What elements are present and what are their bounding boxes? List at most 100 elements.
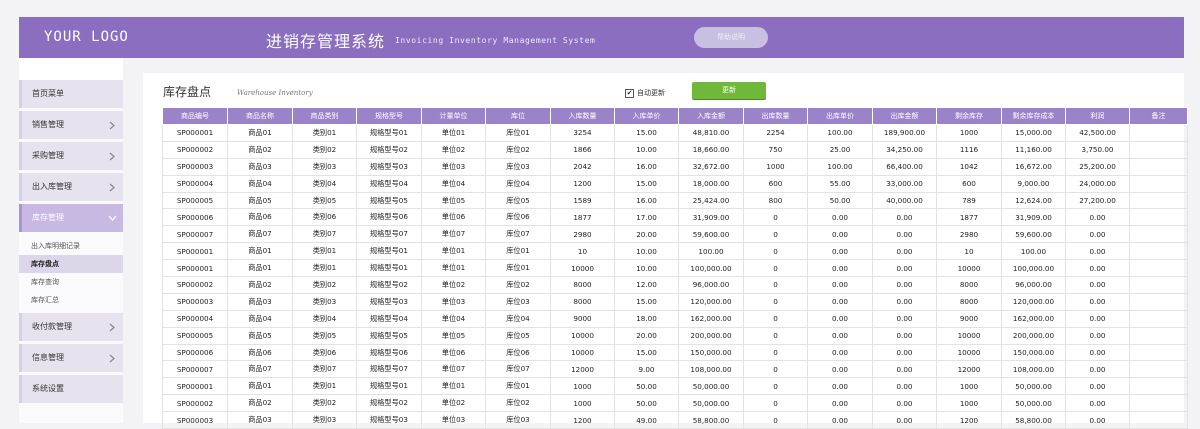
table-row[interactable]: SP000002 商品02 类别02 规格型号02 单位02 库位02 1000 50.00 5… <box>162 394 1188 413</box>
table-row[interactable]: SP000001 商品01 类别01 规格型号01 单位01 库位01 3254 15.00 4… <box>162 124 1188 142</box>
table-cell: 规格型号05 <box>356 326 422 345</box>
table-cell <box>1129 259 1188 278</box>
table-cell: 1042 <box>936 157 1002 176</box>
table-cell: 单位02 <box>421 276 486 294</box>
table-cell: 12,624.00 <box>1001 191 1066 210</box>
sidebar-item-payments[interactable]: 收付款管理 <box>19 313 123 341</box>
table-row[interactable]: SP000003 商品03 类别03 规格型号03 单位03 库位03 8000 15.00 1… <box>162 292 1188 311</box>
auto-update-toggle[interactable]: ✔ 自动更新 <box>625 88 665 98</box>
table-row[interactable]: SP000007 商品07 类别07 规格型号07 单位07 库位07 12000 9.00 1… <box>162 360 1188 379</box>
table-cell: 0.00 <box>872 276 937 294</box>
table-cell: 108,000.00 <box>1001 360 1066 379</box>
table-row[interactable]: SP000004 商品04 类别04 规格型号04 单位04 库位04 1200 15.00 1… <box>162 174 1188 193</box>
sidebar-item-purchase[interactable]: 采购管理 <box>19 142 123 170</box>
table-cell: 1877 <box>936 208 1002 227</box>
table-cell: 9000 <box>550 309 615 328</box>
table-cell: 1000 <box>550 394 615 413</box>
table-cell: 类别01 <box>292 377 357 396</box>
table-cell: 0 <box>743 394 808 413</box>
table-cell: 0.00 <box>872 326 937 345</box>
table-cell: 0.00 <box>872 343 937 362</box>
table-cell: 10.00 <box>614 242 679 261</box>
table-row[interactable]: SP000006 商品06 类别06 规格型号06 单位06 库位06 10000 15.00… <box>162 343 1188 362</box>
table-cell: 800 <box>743 191 808 210</box>
table-cell: 32,672.00 <box>678 157 744 176</box>
table-cell: 108,000.00 <box>678 360 744 379</box>
table-row[interactable]: SP000005 商品05 类别05 规格型号05 单位05 库位05 1589 16.00 2… <box>162 191 1188 210</box>
table-cell: 200,000.00 <box>678 326 744 345</box>
table-cell: 0.00 <box>807 242 873 261</box>
table-cell: 规格型号03 <box>356 411 422 429</box>
table-header-row: 商品编号 商品名称 商品类别 规格型号 计量单位 库位 入库数量 入库单价 入库金额 出库数量 出库… <box>162 107 1188 125</box>
column-header: 商品名称 <box>227 107 293 125</box>
sidebar-item-sales[interactable]: 销售管理 <box>19 111 123 139</box>
table-cell: 10000 <box>936 259 1002 278</box>
table-row[interactable]: SP000003 商品03 类别03 规格型号03 单位03 库位03 2042 16.00 3… <box>162 157 1188 176</box>
table-row[interactable]: SP000002 商品02 类别02 规格型号02 单位02 库位02 8000 12.00 9… <box>162 276 1188 294</box>
table-cell: 库位05 <box>485 191 551 210</box>
table-cell: 库位05 <box>485 326 551 345</box>
inventory-table: 商品编号 商品名称 商品类别 规格型号 计量单位 库位 入库数量 入库单价 入库金额 出库数量 出库… <box>162 107 1188 429</box>
table-body: SP000001 商品01 类别01 规格型号01 单位01 库位01 3254 15.00 4… <box>162 124 1188 429</box>
table-cell: 55.00 <box>807 174 873 193</box>
sidebar-item-settings[interactable]: 系统设置 <box>19 375 123 403</box>
table-cell: 34,250.00 <box>872 140 937 159</box>
table-row[interactable]: SP000003 商品03 类别03 规格型号03 单位03 库位03 1200 49.00 5… <box>162 411 1188 429</box>
table-row[interactable]: SP000001 商品01 类别01 规格型号01 单位01 库位01 10 10.00 100… <box>162 242 1188 261</box>
table-row[interactable]: SP000001 商品01 类别01 规格型号01 单位01 库位01 10000 10.00… <box>162 259 1188 278</box>
table-cell: 16.00 <box>614 191 679 210</box>
table-cell: 10000 <box>550 326 615 345</box>
chevron-right-icon <box>107 344 117 372</box>
table-cell: 0.00 <box>872 377 937 396</box>
submenu-item-io-records[interactable]: 出入库明细记录 <box>19 237 123 255</box>
table-row[interactable]: SP000007 商品07 类别07 规格型号07 单位07 库位07 2980 20.00 5… <box>162 225 1188 244</box>
table-cell: 50.00 <box>614 377 679 396</box>
table-row[interactable]: SP000006 商品06 类别06 规格型号06 单位06 库位06 1877 17.00 3… <box>162 208 1188 227</box>
table-row[interactable]: SP000005 商品05 类别05 规格型号05 单位05 库位05 10000 20.00… <box>162 326 1188 345</box>
table-cell: 类别07 <box>292 360 357 379</box>
submenu-item-stock-query[interactable]: 库存查询 <box>19 273 123 291</box>
table-row[interactable]: SP000001 商品01 类别01 规格型号01 单位01 库位01 1000 50.00 5… <box>162 377 1188 396</box>
page-subtitle: Warehouse Inventory <box>237 89 313 97</box>
table-cell: 0.00 <box>1065 377 1130 396</box>
table-cell: 9,000.00 <box>1001 174 1066 193</box>
table-cell: 商品02 <box>227 394 293 413</box>
table-cell: 规格型号06 <box>356 343 422 362</box>
sidebar-item-label: 采购管理 <box>32 151 64 160</box>
sidebar-item-inventory[interactable]: 库存管理 <box>19 204 123 232</box>
update-button[interactable]: 更新 <box>692 82 766 99</box>
table-cell <box>1129 225 1188 244</box>
column-header: 商品编号 <box>162 107 228 125</box>
sidebar-item-warehouse-io[interactable]: 出入库管理 <box>19 173 123 201</box>
table-cell: 0.00 <box>872 309 937 328</box>
table-row[interactable]: SP000002 商品02 类别02 规格型号02 单位02 库位02 1866 10.00 1… <box>162 140 1188 159</box>
table-cell <box>1129 276 1188 294</box>
table-row[interactable]: SP000004 商品04 类别04 规格型号04 单位04 库位04 9000 18.00 1… <box>162 309 1188 328</box>
table-cell: 8000 <box>550 292 615 311</box>
table-cell: 49.00 <box>614 411 679 429</box>
sidebar-item-home[interactable]: 首页菜单 <box>19 80 123 108</box>
table-cell: 类别03 <box>292 411 357 429</box>
table-cell: 0 <box>743 225 808 244</box>
submenu-item-stock-summary[interactable]: 库存汇总 <box>19 291 123 309</box>
table-cell: 59,600.00 <box>678 225 744 244</box>
table-cell: 0 <box>743 292 808 311</box>
table-cell: 规格型号06 <box>356 208 422 227</box>
table-cell: 600 <box>936 174 1002 193</box>
submenu-item-stocktaking[interactable]: 库存盘点 <box>19 255 123 273</box>
table-cell: 0 <box>743 309 808 328</box>
table-cell: 类别03 <box>292 157 357 176</box>
table-cell: SP000002 <box>162 140 228 159</box>
table-cell: 单位01 <box>421 377 486 396</box>
table-cell: 58,800.00 <box>678 411 744 429</box>
table-cell: 3,750.00 <box>1065 140 1130 159</box>
help-button[interactable]: 帮助说明 <box>694 27 768 48</box>
table-cell: 库位07 <box>485 225 551 244</box>
table-cell: 15.00 <box>614 343 679 362</box>
table-cell: 0.00 <box>1065 343 1130 362</box>
table-cell: 0.00 <box>807 411 873 429</box>
auto-update-checkbox[interactable]: ✔ <box>625 88 634 98</box>
table-cell: 0 <box>743 208 808 227</box>
table-cell: 750 <box>743 140 808 159</box>
sidebar-item-info[interactable]: 信息管理 <box>19 344 123 372</box>
